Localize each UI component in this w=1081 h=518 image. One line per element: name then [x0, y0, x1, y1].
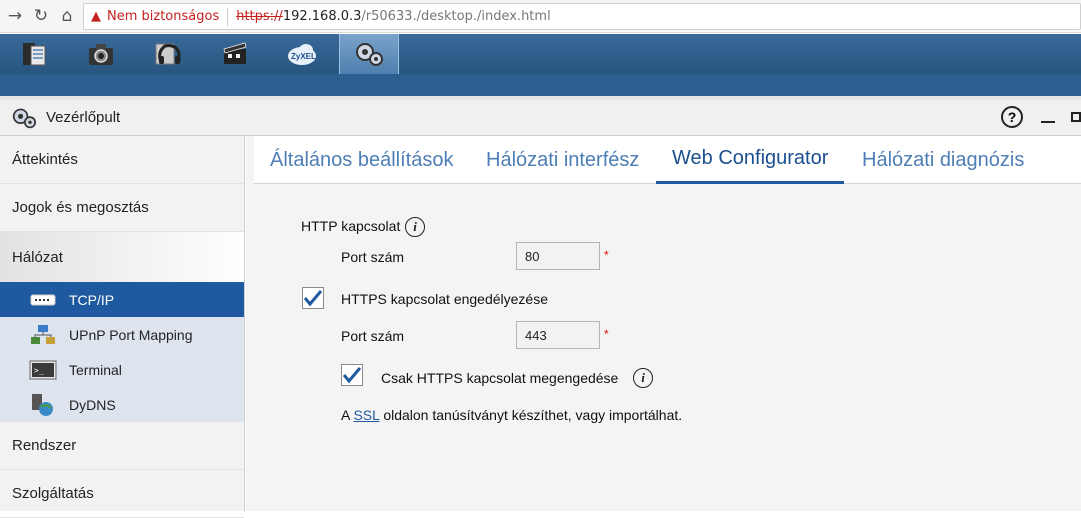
zyxel-cloud-icon: ZyXEL [287, 44, 316, 65]
not-secure-label: Nem biztonságos [107, 9, 220, 24]
http-port-input[interactable] [516, 242, 600, 270]
url-path: /r50633./desktop./index.html [361, 9, 551, 24]
video-icon [223, 42, 246, 64]
sidebar-item-label: Rendszer [12, 437, 77, 454]
app-zyxel-cloud[interactable]: ZyXEL [268, 34, 335, 74]
url-divider [227, 7, 229, 26]
back-arrow-icon[interactable]: → [2, 3, 28, 29]
ssl-link[interactable]: SSL [353, 407, 379, 423]
sidebar-subitem-label: UPnP Port Mapping [69, 326, 193, 343]
window-title: Vezérlőpult [46, 109, 121, 126]
sidebar-subitem-label: Terminal [69, 361, 122, 378]
https-only-label: Csak HTTPS kapcsolat megengedése [381, 370, 619, 386]
app-control-panel[interactable] [339, 34, 399, 74]
svg-text:ZyXEL: ZyXEL [291, 52, 316, 61]
control-panel-icon [12, 108, 36, 128]
sidebar-item-label: Hálózat [12, 248, 63, 266]
required-mark: * [604, 248, 609, 262]
app-music[interactable] [134, 34, 201, 74]
app-video[interactable] [201, 34, 268, 74]
url-scheme: https:// [236, 9, 283, 24]
checkmark-icon [342, 367, 362, 384]
warning-icon: ▲ [91, 9, 101, 24]
main-panel: Általános beállítások Hálózati interfész… [246, 136, 1081, 511]
tab-web-configurator[interactable]: Web Configurator [656, 136, 845, 184]
ssl-note-prefix: A [341, 407, 350, 423]
sidebar-item-privileges[interactable]: Jogok és megosztás [0, 184, 244, 232]
sidebar-subitem-terminal[interactable]: >_ Terminal [0, 352, 244, 387]
help-icon[interactable]: ? [1001, 106, 1023, 128]
sidebar-item-label: Jogok és megosztás [12, 199, 149, 216]
terminal-icon: >_ [29, 359, 57, 381]
http-port-label: Port szám [341, 249, 405, 265]
sidebar-subitem-label: DyDNS [69, 396, 116, 413]
info-icon[interactable]: i [405, 217, 425, 237]
checkmark-icon [303, 290, 323, 307]
https-enable-checkbox[interactable] [302, 287, 324, 309]
browser-toolbar: → ↻ ⌂ ▲ Nem biztonságos https:// 192.168… [0, 0, 1081, 33]
https-only-checkbox[interactable] [341, 364, 363, 386]
control-panel-icon [356, 43, 383, 66]
app-launcher-bar: ZyXEL [0, 34, 1081, 74]
http-section-label: HTTP kapcsolat [301, 218, 401, 234]
https-port-input[interactable] [516, 321, 600, 349]
address-bar[interactable]: ▲ Nem biztonságos https:// 192.168.0.3 /… [83, 3, 1081, 30]
dydns-globe-icon [29, 393, 57, 416]
tab-general-settings[interactable]: Általános beállítások [254, 136, 469, 184]
app-photo[interactable] [67, 34, 134, 74]
sidebar-item-label: Szolgáltatás [12, 485, 94, 502]
ssl-note-suffix: oldalon tanúsítványt készíthet, vagy imp… [383, 407, 683, 423]
sidebar-subitem-tcpip[interactable]: TCP/IP [0, 282, 244, 317]
sidebar-subitem-dydns[interactable]: DyDNS [0, 387, 244, 422]
sidebar-subitem-upnp[interactable]: UPnP Port Mapping [0, 317, 244, 352]
music-icon [155, 43, 180, 65]
reload-icon[interactable]: ↻ [28, 3, 54, 29]
url-host: 192.168.0.3 [282, 9, 362, 24]
sidebar-item-label: Áttekintés [12, 151, 78, 168]
https-port-label: Port szám [341, 328, 405, 344]
app-file-browser[interactable] [0, 34, 67, 74]
window-header: Vezérlőpult ? [0, 100, 1081, 136]
required-mark: * [604, 327, 609, 341]
sidebar-item-overview[interactable]: Áttekintés [0, 136, 244, 184]
tab-bar: Általános beállítások Hálózati interfész… [254, 136, 1081, 184]
web-configurator-form: HTTP kapcsolat i Port szám * HTTPS kapcs… [246, 184, 1081, 511]
home-icon[interactable]: ⌂ [54, 3, 80, 29]
tab-network-interface[interactable]: Hálózati interfész [470, 136, 655, 184]
minimize-icon[interactable] [1041, 121, 1055, 123]
info-icon[interactable]: i [633, 368, 653, 388]
upnp-network-icon [29, 324, 57, 346]
sidebar: Áttekintés Jogok és megosztás Hálózat TC… [0, 136, 245, 518]
svg-text:>_: >_ [34, 366, 44, 375]
ssl-note: A SSL oldalon tanúsítványt készíthet, va… [341, 407, 682, 423]
desktop-background [0, 74, 1081, 96]
photo-icon [88, 44, 113, 65]
sidebar-item-system[interactable]: Rendszer [0, 422, 244, 470]
maximize-icon[interactable] [1071, 112, 1081, 122]
tcpip-icon [29, 289, 57, 311]
window-controls: ? [1001, 106, 1081, 128]
sidebar-subitem-label: TCP/IP [69, 291, 115, 308]
file-browser-icon [22, 43, 45, 66]
https-enable-label: HTTPS kapcsolat engedélyezése [341, 291, 548, 307]
sidebar-item-network[interactable]: Hálózat [0, 232, 244, 282]
tab-network-diagnostics[interactable]: Hálózati diagnózis [846, 136, 1040, 184]
